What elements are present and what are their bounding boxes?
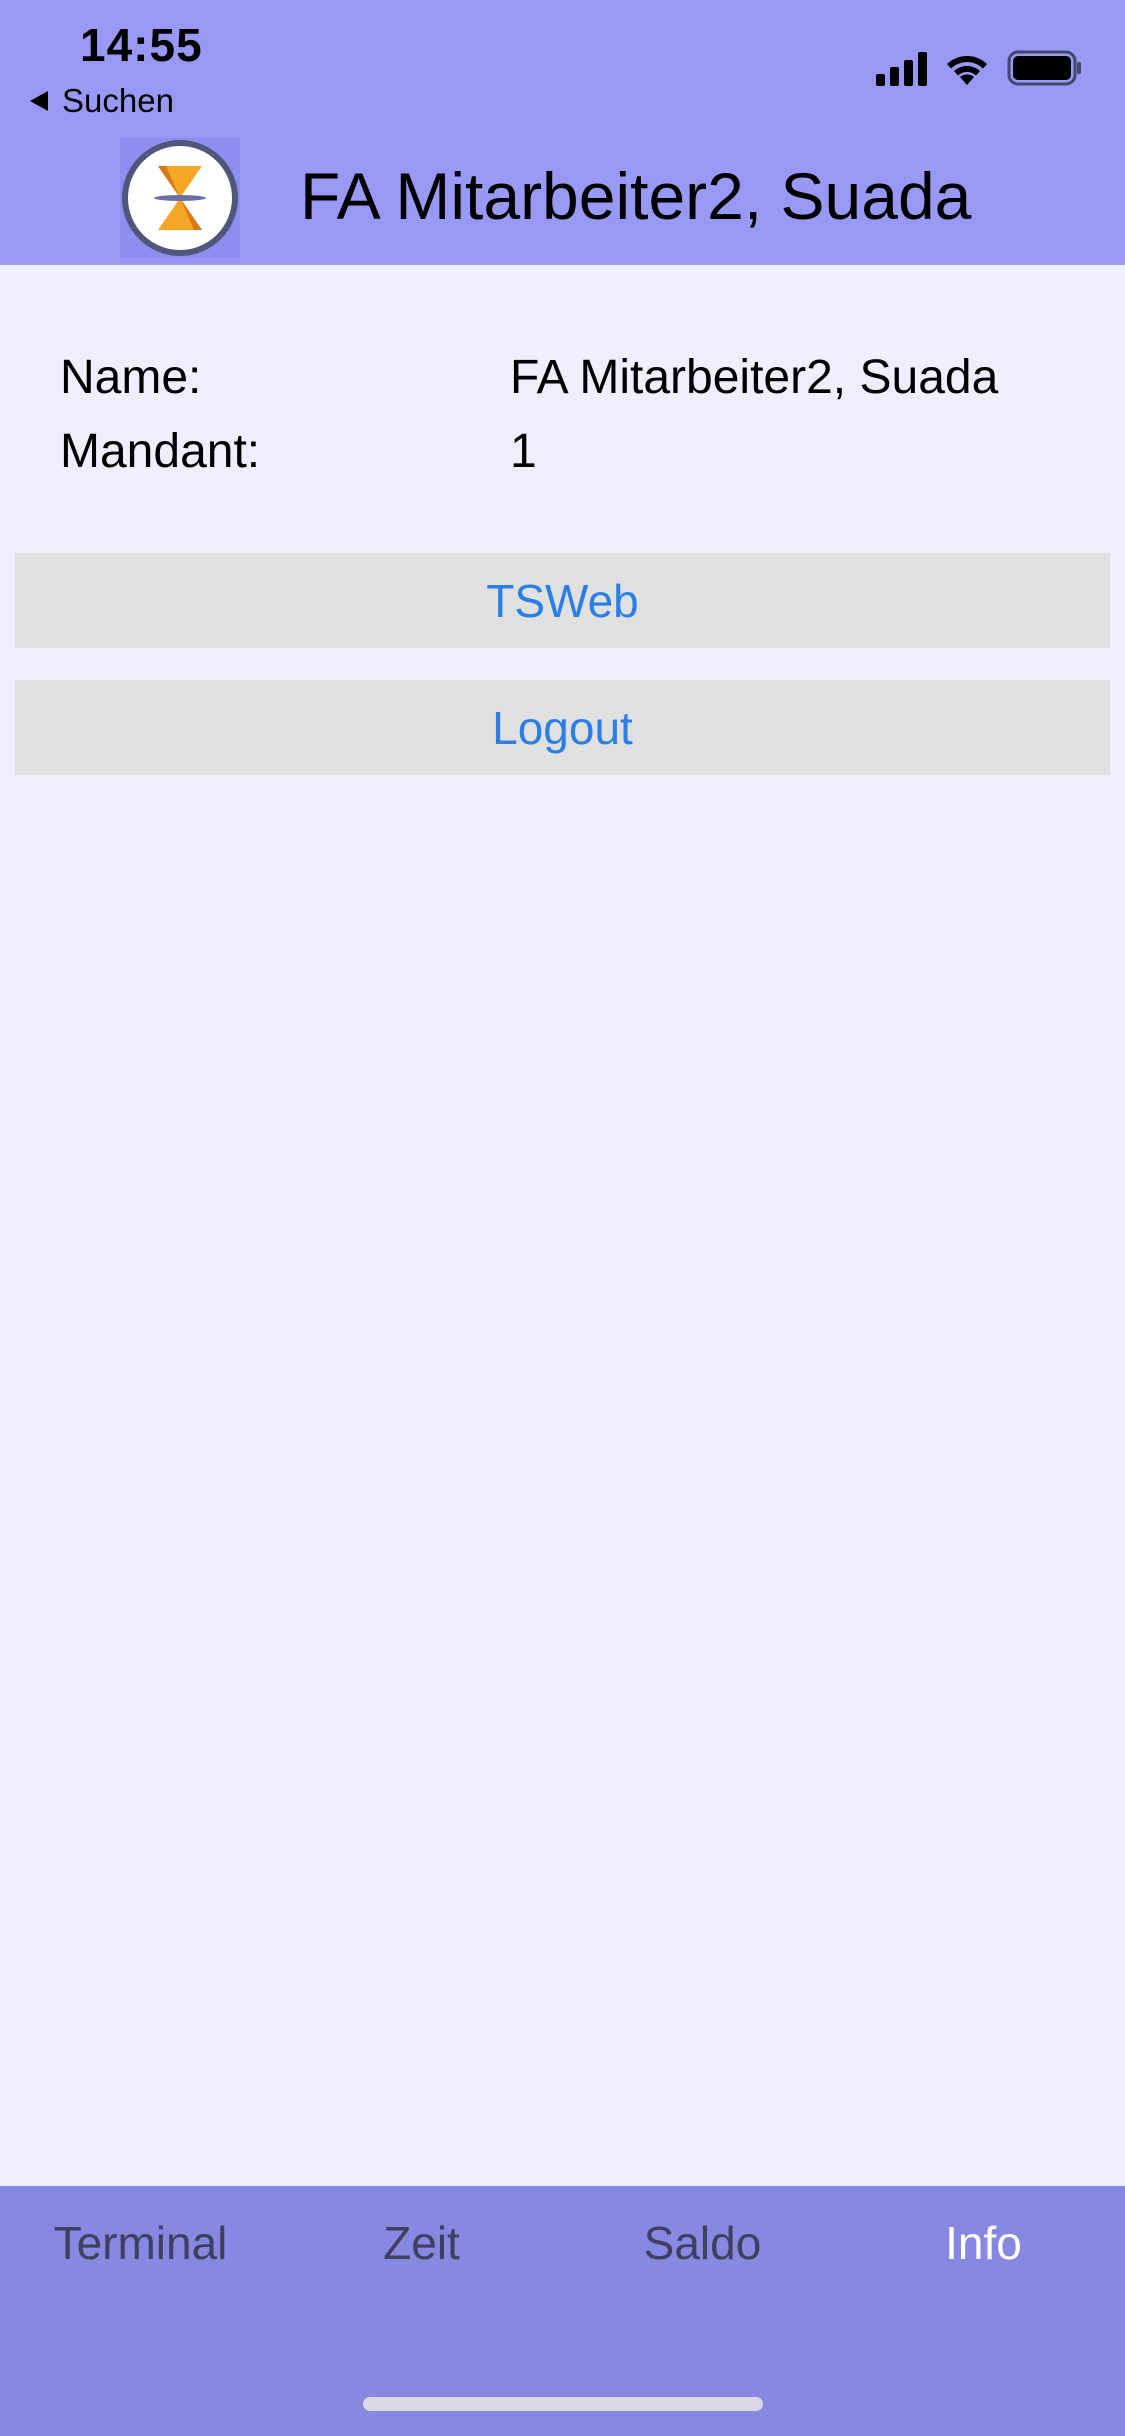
mandant-value: 1: [510, 424, 537, 478]
status-time: 14:55: [80, 19, 203, 71]
user-info-section: Name: FA Mitarbeiter2, Suada Mandant: 1: [60, 340, 1060, 488]
tab-saldo[interactable]: Saldo: [562, 2216, 843, 2270]
app-header: 14:55 Suchen FA Mitarbeiter2, Suada: [0, 0, 1125, 265]
page-title: FA Mitarbeiter2, Suada: [300, 159, 972, 233]
name-value: FA Mitarbeiter2, Suada: [510, 350, 999, 404]
tab-zeit[interactable]: Zeit: [281, 2216, 562, 2270]
back-triangle-icon: [30, 91, 48, 111]
home-indicator[interactable]: [363, 2397, 763, 2411]
cellular-signal-icon: [876, 52, 927, 86]
name-label: Name:: [60, 350, 202, 404]
wifi-icon: [945, 52, 989, 86]
mandant-label: Mandant:: [60, 424, 261, 478]
logout-button[interactable]: Logout: [15, 680, 1110, 775]
info-row-mandant: Mandant: 1: [60, 414, 1060, 488]
back-to-search-link[interactable]: Suchen: [30, 82, 174, 120]
back-link-label: Suchen: [62, 82, 174, 119]
hourglass-logo-icon: [120, 138, 240, 258]
status-icons: [876, 50, 1083, 86]
info-row-name: Name: FA Mitarbeiter2, Suada: [60, 340, 1060, 414]
tab-info[interactable]: Info: [843, 2216, 1124, 2270]
battery-icon: [1007, 50, 1083, 86]
tab-terminal[interactable]: Terminal: [0, 2216, 281, 2270]
tsweb-button[interactable]: TSWeb: [15, 553, 1110, 648]
